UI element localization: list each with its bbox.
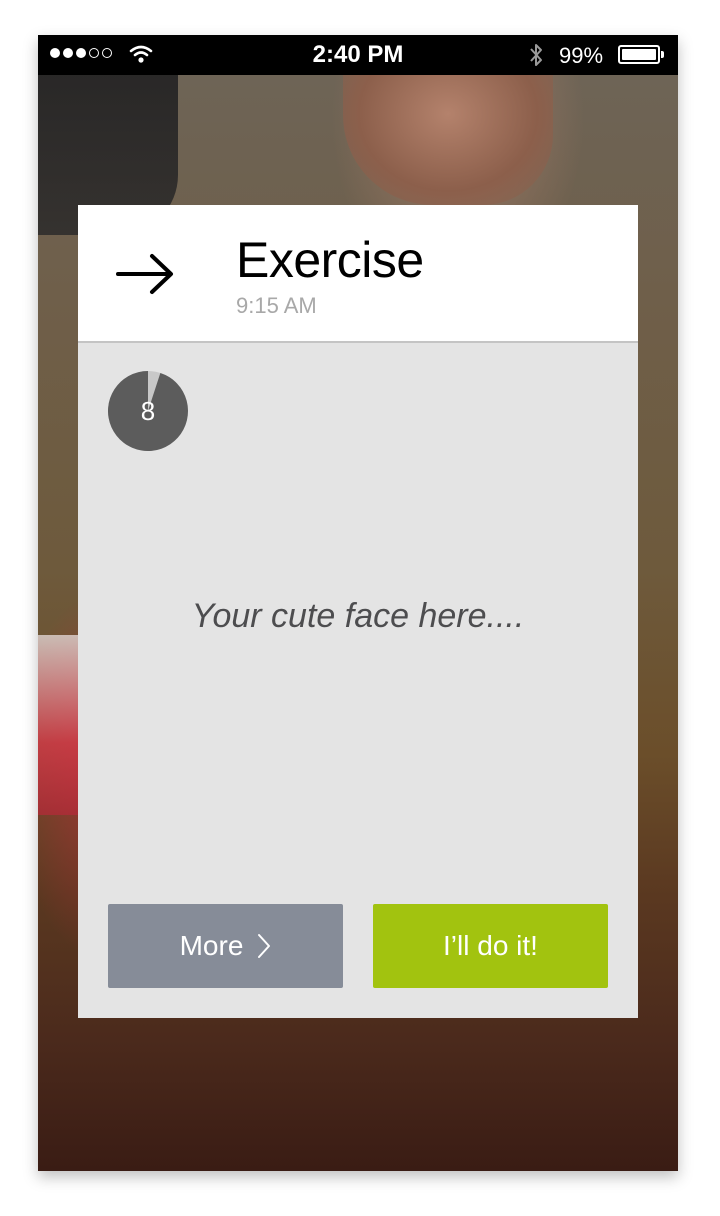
battery-icon (618, 45, 660, 64)
ill-do-it-button[interactable]: I’ll do it! (373, 904, 608, 988)
card-header: Exercise 9:15 AM (78, 205, 638, 343)
battery-cap (661, 51, 664, 58)
card-time: 9:15 AM (236, 293, 317, 318)
arrow-right-icon (116, 254, 173, 294)
ill-do-it-label: I’ll do it! (443, 930, 538, 961)
battery-fill (622, 49, 656, 60)
more-button-label: More (179, 930, 244, 961)
chevron-right-icon (258, 934, 271, 958)
battery-percentage: 99% (559, 43, 604, 68)
countdown-timer: 8 (107, 371, 188, 451)
habit-card: Exercise 9:15 AM 8 Your cute face here..… (78, 205, 638, 1018)
timer-value: 8 (140, 396, 156, 426)
card-title: Exercise (236, 232, 424, 288)
photo-placeholder-text: Your cute face here.... (191, 597, 525, 635)
more-button[interactable]: More (108, 904, 343, 988)
bluetooth-icon (530, 44, 542, 66)
status-bar: 2:40 PM 99% (38, 35, 678, 75)
background-runner-shoe (38, 635, 78, 815)
phone-screen: 2:40 PM 99% Exercise 9:15 AM 8 Your cute… (38, 35, 678, 1171)
